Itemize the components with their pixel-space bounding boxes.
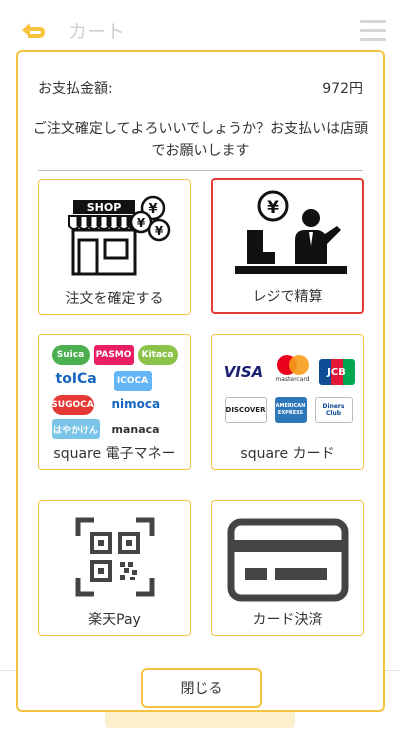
credit-card-logos-icon: VISA mastercard JCB DISCOVER AMERICAN EX…: [221, 341, 355, 441]
square-card-option[interactable]: VISA mastercard JCB DISCOVER AMERICAN EX…: [211, 334, 364, 470]
square-emoney-label: square 電子マネー: [53, 446, 176, 462]
svg-text:¥: ¥: [267, 198, 279, 218]
confirm-order-label: 注文を確定する: [65, 291, 164, 307]
amount-label: お支払金額:: [38, 81, 113, 97]
visa-logo: VISA: [223, 363, 264, 381]
icoca-logo: ICOCA: [113, 371, 152, 391]
credit-card-icon: [227, 518, 348, 602]
svg-text:¥: ¥: [136, 216, 145, 230]
square-card-label: square カード: [240, 446, 335, 462]
pay-at-register-option[interactable]: ¥ レジで精算: [211, 178, 364, 314]
emoney-logos-icon: Suica PASMO Kitaca toICa ICOCA SUGOCA ni…: [50, 341, 180, 441]
svg-text:¥: ¥: [154, 224, 163, 238]
svg-text:¥: ¥: [148, 202, 157, 217]
qr-code-icon: [75, 517, 154, 597]
hayakaken-logo: はやかけん: [51, 419, 100, 439]
diners-club-logo: Diners Club: [314, 397, 353, 423]
discover-logo: DISCOVER: [224, 397, 267, 423]
payment-modal: お支払金額: 972円 ご注文確定してよろいいでしょうか？お支払いは店頭でお願い…: [16, 50, 385, 712]
amex-logo: AMERICAN EXPRESS: [274, 397, 307, 423]
svg-text:SHOP: SHOP: [86, 201, 121, 214]
suica-logo: Suica: [51, 345, 90, 365]
sugoca-logo: SUGOCA: [51, 395, 94, 415]
hamburger-menu-icon[interactable]: [360, 20, 386, 42]
mastercard-logo: mastercard: [273, 355, 313, 387]
card-payment-label: カード決済: [252, 612, 323, 628]
back-arrow-icon[interactable]: [18, 18, 48, 42]
divider: [38, 170, 363, 171]
page-title: カート: [68, 21, 126, 43]
amount-row: お支払金額: 972円: [38, 78, 363, 102]
rakuten-pay-label: 楽天Pay: [88, 612, 141, 628]
close-button[interactable]: 閉じる: [141, 668, 262, 708]
kitaca-logo: Kitaca: [137, 345, 178, 365]
pay-at-register-label: レジで精算: [252, 289, 323, 305]
amount-value: 972円: [322, 81, 363, 97]
pasmo-logo: PASMO: [93, 345, 134, 365]
manaca-logo: manaca: [111, 423, 160, 436]
square-emoney-option[interactable]: Suica PASMO Kitaca toICa ICOCA SUGOCA ni…: [38, 334, 191, 470]
register-payment-icon: ¥: [234, 190, 347, 274]
rakuten-pay-option[interactable]: 楽天Pay: [38, 500, 191, 636]
card-payment-option[interactable]: カード決済: [211, 500, 364, 636]
confirm-order-option[interactable]: SHOP ¥ ¥ ¥ 注文を確定する: [38, 179, 191, 315]
toica-logo: toICa: [55, 371, 97, 387]
nimoca-logo: nimoca: [111, 397, 161, 411]
confirm-message: ご注文確定してよろいいでしょうか？お支払いは店頭でお願いします: [32, 121, 369, 159]
jcb-logo: JCB: [318, 359, 355, 385]
shop-yen-icon: SHOP ¥ ¥ ¥: [67, 195, 170, 276]
